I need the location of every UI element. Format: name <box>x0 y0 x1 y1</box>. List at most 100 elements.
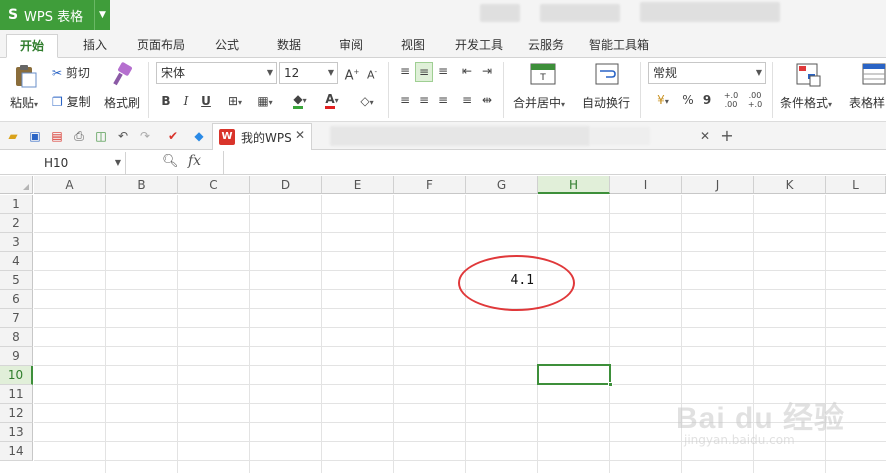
tab-view[interactable]: 视图 <box>390 34 436 58</box>
wrap-text-button[interactable]: 自动换行 <box>582 94 630 111</box>
tab-cloud[interactable]: 云服务 <box>520 34 572 58</box>
number-format-select[interactable]: 常规 ▼ <box>648 62 766 84</box>
zoom-icon[interactable]: 🔍︎ <box>162 154 179 169</box>
app-menu-button[interactable]: S WPS 表格 ▼ <box>0 0 110 30</box>
fill-color-icon[interactable]: ◆▾ <box>286 90 314 110</box>
decrease-indent-icon[interactable]: ⇤ <box>458 62 476 80</box>
row-header-11[interactable]: 11 <box>0 385 33 404</box>
font-size-select[interactable]: 12 ▼ <box>279 62 338 84</box>
column-header-f[interactable]: F <box>394 176 466 194</box>
comma-button[interactable]: 9 <box>700 91 714 109</box>
row-header-13[interactable]: 13 <box>0 423 33 442</box>
align-top-icon[interactable]: ≡ <box>396 62 414 80</box>
new-tab-icon[interactable]: + <box>718 127 736 145</box>
tab-home[interactable]: 开始 <box>6 34 58 58</box>
align-bottom-icon[interactable]: ≡ <box>434 62 452 80</box>
cut-button[interactable]: ✂ 剪切 <box>52 64 90 81</box>
paste-icon[interactable] <box>12 64 38 88</box>
format-painter-button[interactable]: 格式刷 <box>104 94 140 111</box>
column-header-j[interactable]: J <box>682 176 754 194</box>
fill-pattern-icon[interactable]: ▦▾ <box>252 92 278 112</box>
decrease-font-icon[interactable]: A- <box>363 63 381 85</box>
row-header-3[interactable]: 3 <box>0 233 33 252</box>
column-header-k[interactable]: K <box>754 176 826 194</box>
underline-button[interactable]: U <box>198 92 214 110</box>
format-painter-icon[interactable] <box>110 62 136 88</box>
tab-developer[interactable]: 开发工具 <box>448 34 510 58</box>
print-preview-icon[interactable]: ◫ <box>92 127 110 145</box>
font-color-icon[interactable]: A▾ <box>318 90 346 110</box>
align-center-icon[interactable]: ≡ <box>415 91 433 109</box>
italic-button[interactable]: I <box>178 92 194 110</box>
customize-toolbar-icon[interactable]: ✔ <box>164 127 182 145</box>
column-header-d[interactable]: D <box>250 176 322 194</box>
table-style-icon[interactable] <box>862 62 886 88</box>
bold-button[interactable]: B <box>158 92 174 110</box>
name-box[interactable]: H10 ▼ <box>0 152 126 174</box>
borders-icon[interactable]: ⊞▾ <box>222 92 248 112</box>
merge-center-button[interactable]: 合并居中▾ <box>513 94 565 111</box>
wrap-text-icon[interactable] <box>595 62 619 86</box>
row-header-12[interactable]: 12 <box>0 404 33 423</box>
row-header-4[interactable]: 4 <box>0 252 33 271</box>
tab-data[interactable]: 数据 <box>266 34 312 58</box>
row-header-1[interactable]: 1 <box>0 195 33 214</box>
export-pdf-icon[interactable]: ▤ <box>48 127 66 145</box>
merge-center-icon[interactable]: T <box>530 62 556 86</box>
undo-icon[interactable]: ↶ <box>114 127 132 145</box>
copy-button[interactable]: ❐ 复制 <box>52 93 91 110</box>
percent-button[interactable]: % <box>680 91 696 109</box>
save-icon[interactable]: ▣ <box>26 127 44 145</box>
row-header-5[interactable]: 5 <box>0 271 33 290</box>
increase-decimal-icon[interactable]: +.0.00 <box>722 91 740 109</box>
paste-button[interactable]: 粘贴▾ <box>10 94 38 111</box>
table-style-button[interactable]: 表格样 <box>849 94 885 111</box>
distributed-icon[interactable]: ⇹ <box>478 91 496 109</box>
column-header-h[interactable]: H <box>538 176 610 194</box>
column-header-c[interactable]: C <box>178 176 250 194</box>
currency-icon[interactable]: ¥▾ <box>648 91 678 111</box>
row-header-7[interactable]: 7 <box>0 309 33 328</box>
fx-icon[interactable]: fx <box>188 153 201 169</box>
tab-insert[interactable]: 插入 <box>72 34 118 58</box>
tab-formulas[interactable]: 公式 <box>204 34 250 58</box>
selected-cell-h10[interactable] <box>537 364 613 387</box>
align-middle-icon[interactable]: ≡ <box>415 62 433 82</box>
column-header-a[interactable]: A <box>34 176 106 194</box>
tab-page-layout[interactable]: 页面布局 <box>130 34 192 58</box>
clear-format-icon[interactable]: ◇▾ <box>354 92 380 112</box>
decrease-decimal-icon[interactable]: .00 +.0 <box>746 91 764 109</box>
tab-smart-toolbox[interactable]: 智能工具箱 <box>582 34 656 58</box>
conditional-format-button[interactable]: 条件格式▾ <box>780 94 832 111</box>
row-header-9[interactable]: 9 <box>0 347 33 366</box>
redo-icon[interactable]: ↷ <box>136 127 154 145</box>
select-all-corner[interactable] <box>0 176 33 194</box>
increase-indent-icon[interactable]: ⇥ <box>478 62 496 80</box>
row-header-14[interactable]: 14 <box>0 442 33 461</box>
fill-handle[interactable] <box>608 382 613 387</box>
column-header-e[interactable]: E <box>322 176 394 194</box>
row-header-8[interactable]: 8 <box>0 328 33 347</box>
row-header-10[interactable]: 10 <box>0 366 33 385</box>
doc-tab-my-wps[interactable]: W 我的WPS ✕ <box>212 123 312 150</box>
column-header-l[interactable]: L <box>826 176 886 194</box>
font-name-select[interactable]: 宋体 ▼ <box>156 62 277 84</box>
print-icon[interactable]: ⎙ <box>70 127 88 145</box>
formula-input[interactable] <box>225 151 886 175</box>
cloud-cube-icon[interactable]: ◆ <box>190 127 208 145</box>
chevron-down-icon[interactable]: ▼ <box>94 0 110 30</box>
justify-icon[interactable]: ≡ <box>458 91 476 109</box>
tab-review[interactable]: 审阅 <box>328 34 374 58</box>
column-header-g[interactable]: G <box>466 176 538 194</box>
align-right-icon[interactable]: ≡ <box>434 91 452 109</box>
align-left-icon[interactable]: ≡ <box>396 91 414 109</box>
row-header-2[interactable]: 2 <box>0 214 33 233</box>
open-folder-icon[interactable]: ▰ <box>4 127 22 145</box>
column-header-b[interactable]: B <box>106 176 178 194</box>
close-icon[interactable]: ✕ <box>295 128 305 142</box>
close-icon[interactable]: ✕ <box>696 127 714 145</box>
row-header-6[interactable]: 6 <box>0 290 33 309</box>
increase-font-icon[interactable]: A+ <box>343 63 361 85</box>
column-header-i[interactable]: I <box>610 176 682 194</box>
conditional-format-icon[interactable] <box>796 62 822 88</box>
